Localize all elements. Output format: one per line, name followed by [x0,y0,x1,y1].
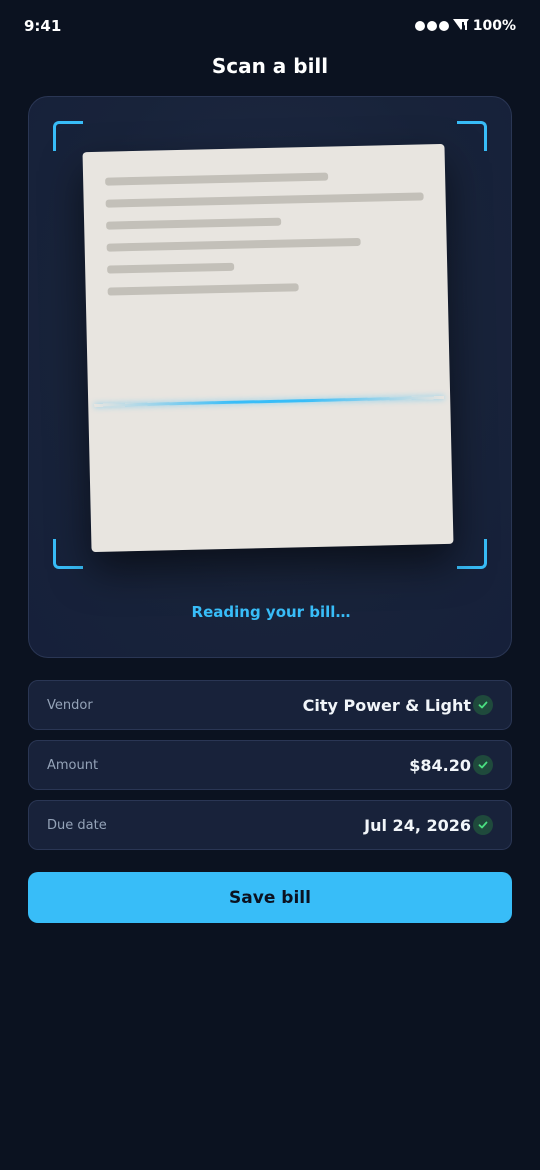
field-value: City Power & Light [302,695,471,715]
verified-check-icon [473,755,493,775]
field-vendor[interactable]: Vendor City Power & Light [28,680,512,730]
scan-line [94,396,445,407]
scanner-viewfinder: Reading your bill… [28,96,512,658]
bill-text-line [107,283,299,296]
status-icons: 100% [414,18,516,35]
bill-text-line [106,237,361,252]
verified-check-icon [473,815,493,835]
bill-text-line [105,172,329,186]
bill-text-line [106,217,282,230]
field-value-group: $84.20 [409,755,493,775]
viewfinder-corner-top-left [53,121,83,151]
wifi-icon [452,18,469,35]
battery-level: 100% [472,18,516,34]
viewfinder-corner-top-right [457,121,487,151]
field-label: Amount [47,757,99,773]
bill-text-line [105,192,424,208]
field-value-group: Jul 24, 2026 [364,815,493,835]
field-value: Jul 24, 2026 [364,815,471,835]
field-value: $84.20 [409,755,471,775]
status-bar: 9:41 100% [0,0,540,52]
page-title: Scan a bill [211,54,329,78]
viewfinder-corner-bottom-left [53,539,83,569]
status-time: 9:41 [24,17,62,35]
verified-check-icon [473,695,493,715]
scan-status-text: Reading your bill… [191,603,351,621]
save-bill-button[interactable]: Save bill [28,872,512,923]
field-amount[interactable]: Amount $84.20 [28,740,512,790]
bill-document-preview [82,143,454,553]
field-label: Vendor [47,697,93,713]
field-due-date[interactable]: Due date Jul 24, 2026 [28,800,512,850]
signal-dots-icon [414,21,449,31]
field-label: Due date [47,817,107,833]
bill-text-line [107,262,235,274]
field-value-group: City Power & Light [303,695,493,715]
viewfinder-corner-bottom-right [457,539,487,569]
